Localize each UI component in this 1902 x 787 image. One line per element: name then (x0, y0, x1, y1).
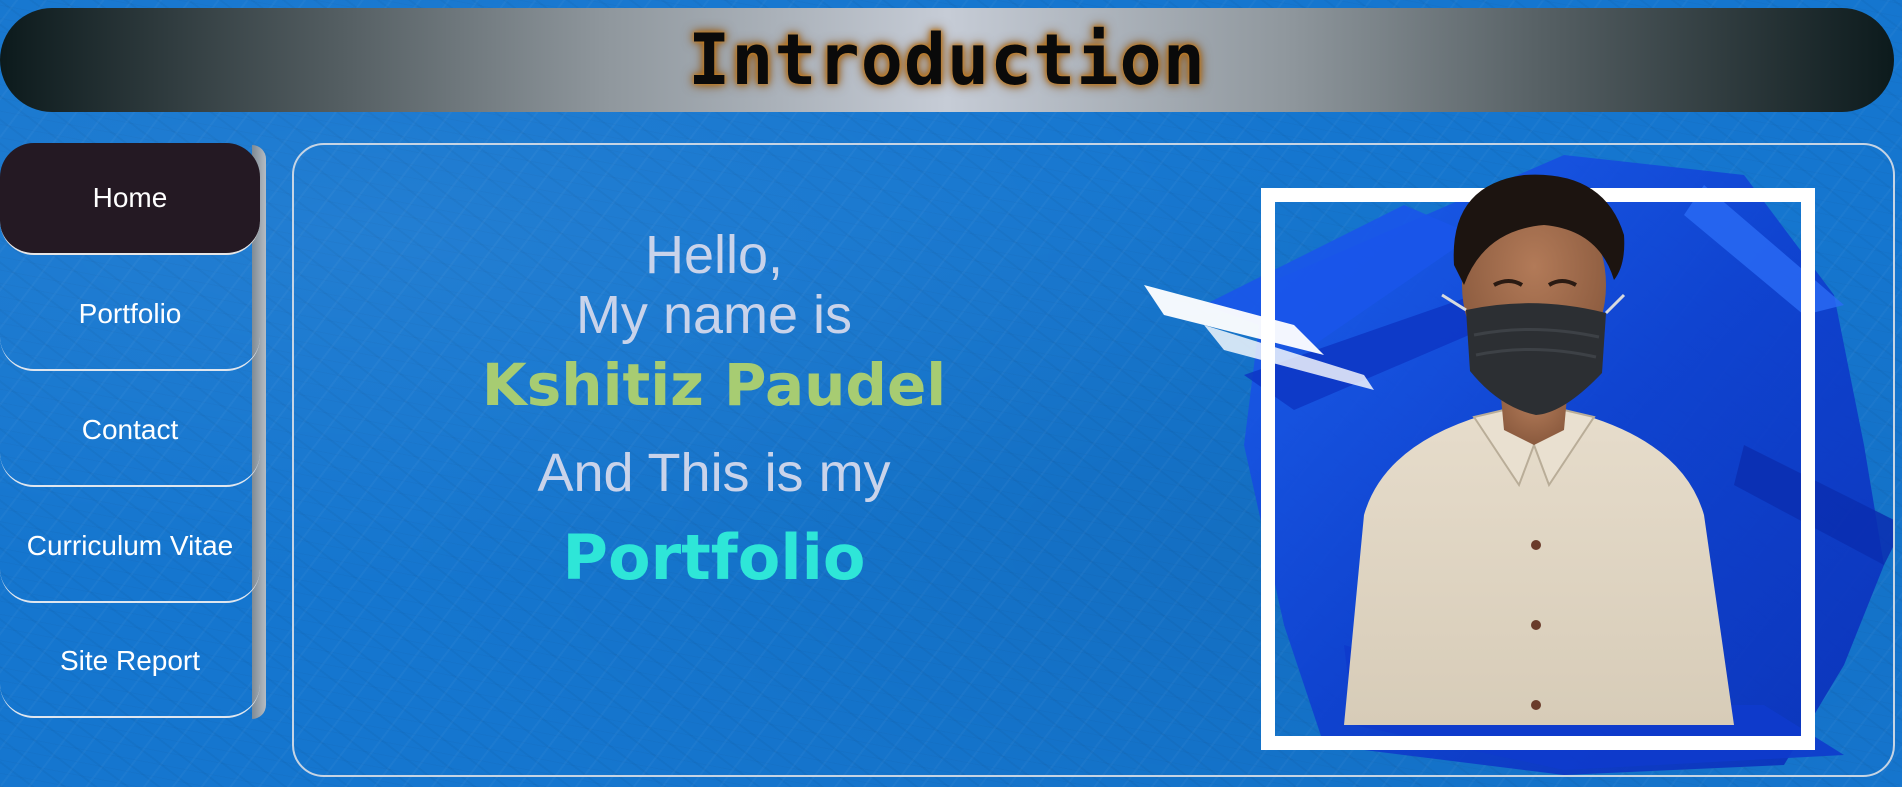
intro-text: Hello, My name is Kshitiz Paudel And Thi… (454, 225, 974, 601)
person-name: Kshitiz Paudel (481, 351, 947, 419)
nav-item-portfolio[interactable]: Portfolio (0, 259, 260, 371)
nav-item-site-report[interactable]: Site Report (0, 606, 260, 718)
greeting-line-2: My name is (575, 285, 853, 345)
header-banner: Introduction (0, 8, 1894, 112)
profile-photo (1144, 155, 1893, 775)
nav-item-home[interactable]: Home (0, 143, 260, 255)
page-title: Introduction (688, 19, 1206, 101)
subtitle: And This is my (537, 443, 891, 503)
intro-panel: Hello, My name is Kshitiz Paudel And Thi… (292, 143, 1895, 777)
nav-item-contact[interactable]: Contact (0, 375, 260, 487)
greeting-line-1: Hello, (644, 225, 784, 285)
sidebar-nav: Home Portfolio Contact Curriculum Vitae … (0, 143, 268, 721)
nav-item-curriculum-vitae[interactable]: Curriculum Vitae (0, 491, 260, 603)
portfolio-highlight: Portfolio (562, 521, 866, 594)
